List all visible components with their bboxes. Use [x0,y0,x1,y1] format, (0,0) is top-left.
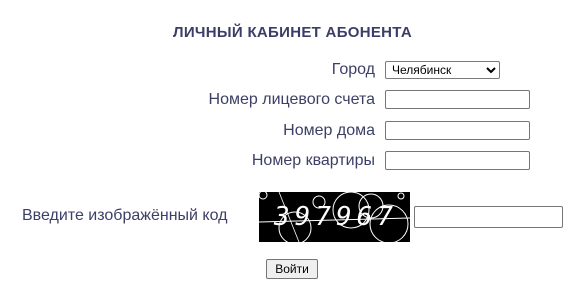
house-number-label: Номер дома [283,122,375,139]
captcha-label: Введите изображённый код [22,207,228,224]
login-button[interactable]: Войти [266,259,318,279]
captcha-code: 397967 [274,202,398,232]
captcha-image: 397967 [259,192,410,242]
city-label: Город [331,61,375,78]
account-number-input[interactable] [385,90,530,109]
city-select[interactable]: Челябинск [385,61,500,79]
account-number-label: Номер лицевого счета [208,91,375,108]
flat-number-input[interactable] [385,151,530,170]
page-title: ЛИЧНЫЙ КАБИНЕТ АБОНЕНТА [173,24,412,41]
flat-number-label: Номер квартиры [251,152,375,169]
captcha-input[interactable] [414,206,563,228]
house-number-input[interactable] [385,121,530,140]
